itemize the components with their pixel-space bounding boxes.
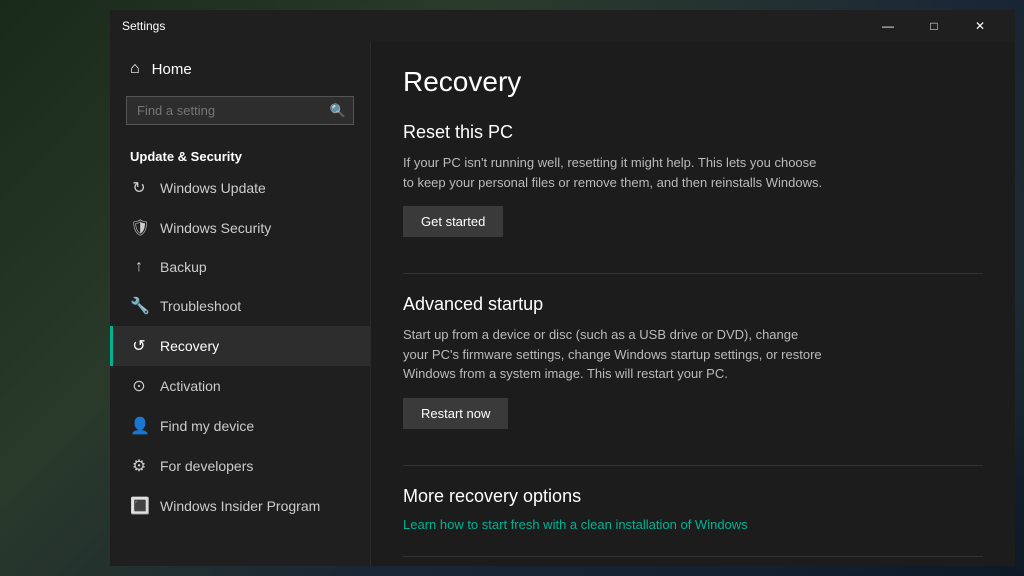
restart-now-button[interactable]: Restart now bbox=[403, 398, 508, 429]
clean-install-link[interactable]: Learn how to start fresh with a clean in… bbox=[403, 517, 983, 532]
sidebar-item-windows-security[interactable]: 🛡 Windows Security bbox=[110, 208, 370, 248]
titlebar: Settings — □ ✕ bbox=[110, 10, 1015, 42]
home-icon: ⌂ bbox=[130, 60, 140, 78]
sidebar: ⌂ Home 🔍 Update & Security ↻ Windows Upd… bbox=[110, 42, 370, 566]
troubleshoot-icon: 🔧 bbox=[130, 296, 148, 316]
more-options-title: More recovery options bbox=[403, 486, 983, 507]
sidebar-item-recovery[interactable]: ↺ Recovery bbox=[110, 326, 370, 366]
search-container: 🔍 bbox=[126, 96, 354, 125]
advanced-startup-title: Advanced startup bbox=[403, 294, 983, 315]
sidebar-item-find-device[interactable]: 👤 Find my device bbox=[110, 406, 370, 446]
divider-3 bbox=[403, 556, 983, 557]
window-controls: — □ ✕ bbox=[865, 10, 1003, 42]
main-area: ⌂ Home 🔍 Update & Security ↻ Windows Upd… bbox=[110, 42, 1015, 566]
reset-pc-desc: If your PC isn't running well, resetting… bbox=[403, 153, 823, 192]
sidebar-item-label: Recovery bbox=[160, 338, 219, 354]
page-title: Recovery bbox=[403, 66, 983, 98]
recovery-icon: ↺ bbox=[130, 336, 148, 356]
sidebar-item-label: Windows Insider Program bbox=[160, 498, 320, 514]
sidebar-item-for-developers[interactable]: ⚙ For developers bbox=[110, 446, 370, 486]
content-area: Recovery Reset this PC If your PC isn't … bbox=[370, 42, 1015, 566]
sidebar-home-label: Home bbox=[152, 61, 192, 78]
window-title: Settings bbox=[122, 19, 165, 33]
reset-pc-title: Reset this PC bbox=[403, 122, 983, 143]
close-button[interactable]: ✕ bbox=[957, 10, 1003, 42]
activation-icon: ⊙ bbox=[130, 376, 148, 396]
search-icon: 🔍 bbox=[330, 103, 346, 119]
minimize-button[interactable]: — bbox=[865, 10, 911, 42]
windows-security-icon: 🛡 bbox=[130, 218, 148, 238]
divider-1 bbox=[403, 273, 983, 274]
sidebar-item-label: Troubleshoot bbox=[160, 298, 241, 314]
sidebar-item-troubleshoot[interactable]: 🔧 Troubleshoot bbox=[110, 286, 370, 326]
search-input[interactable] bbox=[126, 96, 354, 125]
sidebar-item-label: Backup bbox=[160, 259, 207, 275]
sidebar-item-label: Find my device bbox=[160, 418, 254, 434]
sidebar-item-label: For developers bbox=[160, 458, 253, 474]
sidebar-item-label: Windows Update bbox=[160, 180, 266, 196]
sidebar-item-backup[interactable]: ↑ Backup bbox=[110, 248, 370, 286]
sidebar-item-home[interactable]: ⌂ Home bbox=[110, 50, 370, 88]
sidebar-section-label: Update & Security bbox=[110, 141, 370, 168]
find-device-icon: 👤 bbox=[130, 416, 148, 436]
sidebar-item-activation[interactable]: ⊙ Activation bbox=[110, 366, 370, 406]
advanced-startup-desc: Start up from a device or disc (such as … bbox=[403, 325, 823, 384]
settings-window: Settings — □ ✕ ⌂ Home 🔍 Update & Securit… bbox=[110, 10, 1015, 566]
backup-icon: ↑ bbox=[130, 258, 148, 276]
sidebar-item-label: Activation bbox=[160, 378, 221, 394]
sidebar-item-windows-update[interactable]: ↻ Windows Update bbox=[110, 168, 370, 208]
insider-icon: 🔳 bbox=[130, 496, 148, 516]
developers-icon: ⚙ bbox=[130, 456, 148, 476]
sidebar-item-label: Windows Security bbox=[160, 220, 271, 236]
divider-2 bbox=[403, 465, 983, 466]
get-started-button[interactable]: Get started bbox=[403, 206, 503, 237]
sidebar-item-windows-insider[interactable]: 🔳 Windows Insider Program bbox=[110, 486, 370, 526]
maximize-button[interactable]: □ bbox=[911, 10, 957, 42]
windows-update-icon: ↻ bbox=[130, 178, 148, 198]
